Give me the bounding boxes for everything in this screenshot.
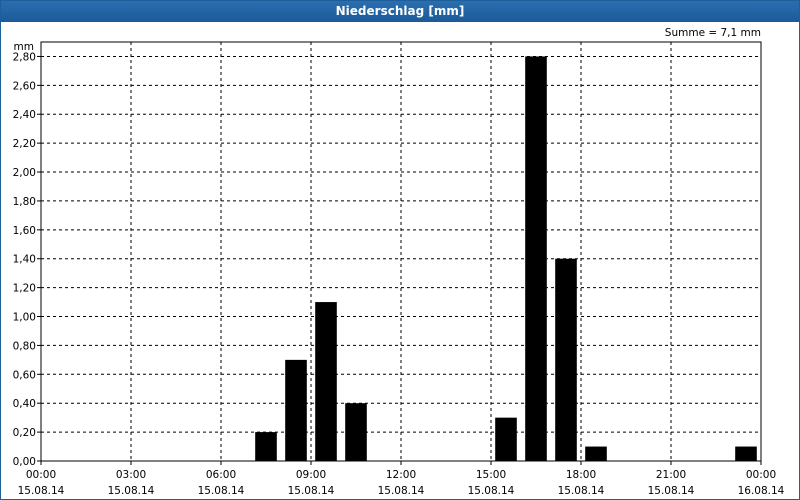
x-tick-date: 15.08.14 — [198, 485, 245, 497]
precipitation-bar — [555, 258, 577, 461]
y-tick-label: 1,20 — [13, 283, 36, 295]
x-tick-date: 15.08.14 — [468, 485, 515, 497]
y-tick-label: 1,40 — [13, 254, 36, 266]
precipitation-bar — [735, 446, 757, 461]
y-tick-label: 2,20 — [13, 138, 36, 150]
y-tick-label: 2,80 — [13, 51, 36, 63]
y-tick-label: 1,60 — [13, 225, 36, 237]
y-tick-label: 2,60 — [13, 80, 36, 92]
x-tick-time: 00:00 — [746, 469, 776, 481]
x-tick-time: 18:00 — [566, 469, 596, 481]
axes-group — [37, 41, 762, 465]
x-tick-time: 21:00 — [656, 469, 686, 481]
x-tick-time: 15:00 — [476, 469, 506, 481]
y-tick-label: 0,00 — [13, 456, 36, 468]
y-tick-label: 1,80 — [13, 196, 36, 208]
y-tick-label: 1,00 — [13, 312, 36, 324]
y-tick-label: 2,00 — [13, 167, 36, 179]
x-tick-date: 16.08.14 — [738, 485, 785, 497]
x-tick-date: 15.08.14 — [558, 485, 605, 497]
x-tick-date: 15.08.14 — [378, 485, 425, 497]
y-tick-label: 0,80 — [13, 340, 36, 352]
precipitation-chart: mm Summe = 7,1 mm 0,000,200,400,600,801,… — [13, 27, 785, 497]
x-tick-date: 15.08.14 — [648, 485, 695, 497]
y-tick-labels: 0,00 0,20 0,40 0,60 0,80 1,00 1,20 1,40 1,60 1,80… — [13, 51, 36, 468]
x-tick-time: 03:00 — [116, 469, 146, 481]
sum-annotation: Summe = 7,1 mm — [665, 27, 761, 39]
x-tick-time: 12:00 — [386, 469, 416, 481]
y-tick-label: 0,20 — [13, 427, 36, 439]
precipitation-bar — [345, 403, 367, 461]
x-tick-date: 15.08.14 — [288, 485, 335, 497]
precipitation-bar — [495, 417, 517, 461]
precipitation-bar — [255, 432, 277, 461]
x-tick-time: 09:00 — [296, 469, 326, 481]
precipitation-bar — [585, 446, 607, 461]
x-tick-date: 15.08.14 — [108, 485, 155, 497]
precipitation-bar — [285, 359, 307, 461]
grid-lines — [41, 42, 761, 461]
y-tick-label: 2,40 — [13, 109, 36, 121]
x-tick-labels: 00:00 15.08.14 03:00 15.08.14 06:00 15.08.14 0… — [18, 469, 785, 497]
x-tick-time: 06:00 — [206, 469, 236, 481]
precipitation-bar — [525, 56, 547, 462]
y-tick-label: 0,40 — [13, 398, 36, 410]
x-tick-date: 15.08.14 — [18, 485, 65, 497]
x-tick-time: 00:00 — [26, 469, 56, 481]
y-tick-label: 0,60 — [13, 369, 36, 381]
precipitation-bar — [315, 302, 337, 461]
